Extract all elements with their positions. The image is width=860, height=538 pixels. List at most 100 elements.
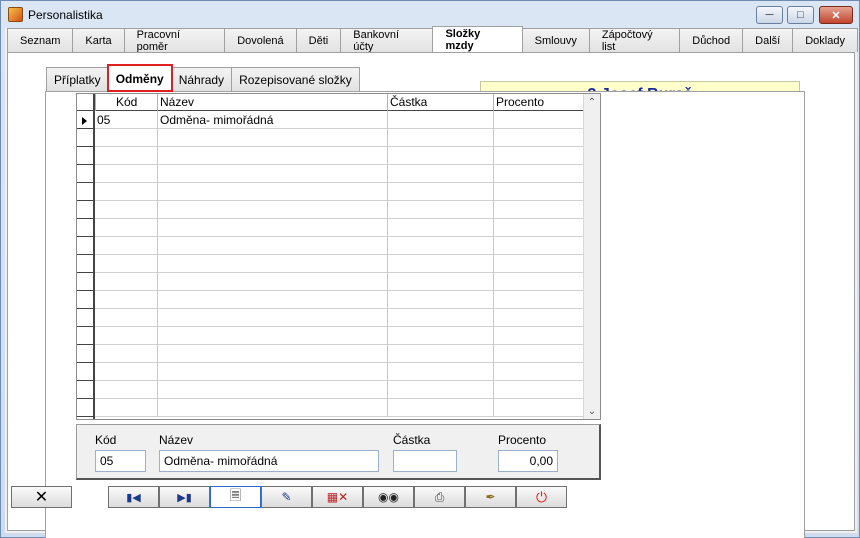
odmeny-grid[interactable]: Kód Název Částka Procento 05 Odměna- mim…: [76, 93, 601, 420]
empty-cell: [387, 327, 390, 345]
empty-table-row: [95, 255, 585, 273]
empty-cell: [157, 273, 160, 291]
cell-procento: [493, 111, 584, 129]
subtab-label: Příplatky: [54, 72, 101, 87]
minimize-button[interactable]: ─: [756, 6, 783, 24]
exit-button[interactable]: ⏻: [516, 486, 567, 508]
column-header-indicator: [77, 94, 95, 111]
grid-vertical-scrollbar[interactable]: ⌃ ⌄: [583, 94, 600, 419]
tab-seznam[interactable]: Seznam: [7, 28, 74, 52]
empty-cell: [387, 255, 390, 273]
empty-cell: [157, 237, 160, 255]
empty-table-row: [95, 399, 585, 417]
title-bar: Personalistika ─ □ ✕: [1, 1, 859, 29]
scroll-up-icon[interactable]: ⌃: [584, 94, 600, 110]
subtab-rozepisovane-slozky[interactable]: Rozepisované složky: [231, 67, 360, 91]
delete-icon: ▦✕: [326, 490, 349, 504]
column-header-nazev[interactable]: Název: [157, 94, 387, 111]
subtab-priplatky[interactable]: Příplatky: [46, 67, 109, 91]
empty-cell: [493, 147, 496, 165]
last-record-button[interactable]: ▶▮: [159, 486, 210, 508]
binoculars-icon: ◉◉: [378, 490, 399, 504]
kod-label: Kód: [95, 433, 117, 447]
empty-cell: [493, 381, 496, 399]
app-window: Personalistika ─ □ ✕ Seznam Karta Pracov…: [0, 0, 860, 538]
empty-cell: [493, 165, 496, 183]
window-title: Personalistika: [28, 8, 103, 22]
empty-cell: [157, 165, 160, 183]
tab-bankovni-ucty[interactable]: Bankovní účty: [340, 28, 434, 53]
minimize-icon: ─: [765, 9, 774, 21]
castka-field[interactable]: [393, 450, 457, 472]
tab-label: Karta: [85, 34, 112, 47]
tab-dovolena[interactable]: Dovolená: [224, 28, 297, 52]
tab-label: Pracovní poměr: [136, 28, 181, 53]
tab-dalsi[interactable]: Další: [742, 28, 794, 52]
column-header-kod[interactable]: Kód: [95, 94, 157, 111]
empty-table-row: [95, 147, 585, 165]
tab-duchod[interactable]: Důchod: [679, 28, 744, 52]
empty-cell: [493, 345, 496, 363]
tab-slozky-mzdy[interactable]: Složky mzdy: [432, 26, 523, 52]
close-window-button[interactable]: ✕: [819, 6, 853, 24]
empty-cell: [157, 381, 160, 399]
empty-cell: [493, 219, 496, 237]
empty-cell: [387, 345, 390, 363]
empty-cell: [387, 399, 390, 417]
procento-label: Procento: [498, 433, 547, 447]
nazev-field[interactable]: Odměna- mimořádná: [159, 450, 379, 472]
maximize-button[interactable]: □: [787, 6, 814, 24]
empty-cell: [387, 147, 390, 165]
search-button[interactable]: ◉◉: [363, 486, 414, 508]
indicator-divider: [77, 326, 95, 327]
tab-pracovni-pomer[interactable]: Pracovní poměr: [123, 28, 226, 53]
empty-cell: [387, 237, 390, 255]
empty-cell: [493, 309, 496, 327]
empty-cell: [387, 129, 390, 147]
print-button[interactable]: ⎙: [414, 486, 465, 508]
tab-zapoctovy-list[interactable]: Zápočtový list: [588, 28, 681, 53]
tab-doklady[interactable]: Doklady: [792, 28, 858, 52]
cancel-button[interactable]: ✕: [11, 486, 72, 508]
empty-cell: [493, 291, 496, 309]
tab-label: Smlouvy: [534, 34, 577, 47]
client-area: Seznam Karta Pracovní poměr Dovolená Dět…: [5, 26, 858, 538]
tab-karta[interactable]: Karta: [72, 28, 125, 52]
empty-cell: [493, 399, 496, 417]
indicator-divider: [77, 236, 95, 237]
tab-label: Složky mzdy: [445, 27, 481, 52]
empty-table-row: [95, 183, 585, 201]
table-row[interactable]: 05 Odměna- mimořádná: [95, 111, 584, 129]
new-record-button[interactable]: 🗏: [210, 486, 261, 508]
tab-smlouvy[interactable]: Smlouvy: [521, 28, 590, 52]
edit-record-button[interactable]: ✎: [261, 486, 312, 508]
kod-field[interactable]: 05: [95, 450, 146, 472]
delete-record-button[interactable]: ▦✕: [312, 486, 363, 508]
tools-button[interactable]: ✒: [465, 486, 516, 508]
indicator-divider: [77, 308, 95, 309]
empty-cell: [157, 399, 160, 417]
scroll-down-icon[interactable]: ⌄: [584, 403, 600, 419]
procento-field[interactable]: 0,00: [498, 450, 558, 472]
empty-cell: [387, 273, 390, 291]
tab-deti[interactable]: Děti: [295, 28, 342, 52]
first-record-button[interactable]: ▮◀: [108, 486, 159, 508]
subtab-nahrady[interactable]: Náhrady: [170, 67, 233, 91]
empty-cell: [493, 255, 496, 273]
empty-cell: [387, 201, 390, 219]
record-toolbar: ▮◀ ▶▮ 🗏 ✎ ▦✕ ◉◉ ⎙ ✒ ⏻: [108, 486, 567, 508]
tab-label: Doklady: [805, 34, 845, 47]
subtab-odmeny[interactable]: Odměny: [106, 64, 173, 92]
empty-cell: [157, 129, 160, 147]
indicator-divider: [77, 380, 95, 381]
indicator-divider: [77, 398, 95, 399]
last-icon: ▶▮: [177, 491, 192, 504]
empty-table-row: [95, 273, 585, 291]
column-header-procento[interactable]: Procento: [493, 94, 584, 111]
empty-cell: [493, 183, 496, 201]
tab-label: Seznam: [20, 34, 61, 47]
column-header-castka[interactable]: Částka: [387, 94, 493, 111]
castka-label: Částka: [393, 433, 431, 447]
empty-cell: [493, 363, 496, 381]
empty-cell: [387, 183, 390, 201]
